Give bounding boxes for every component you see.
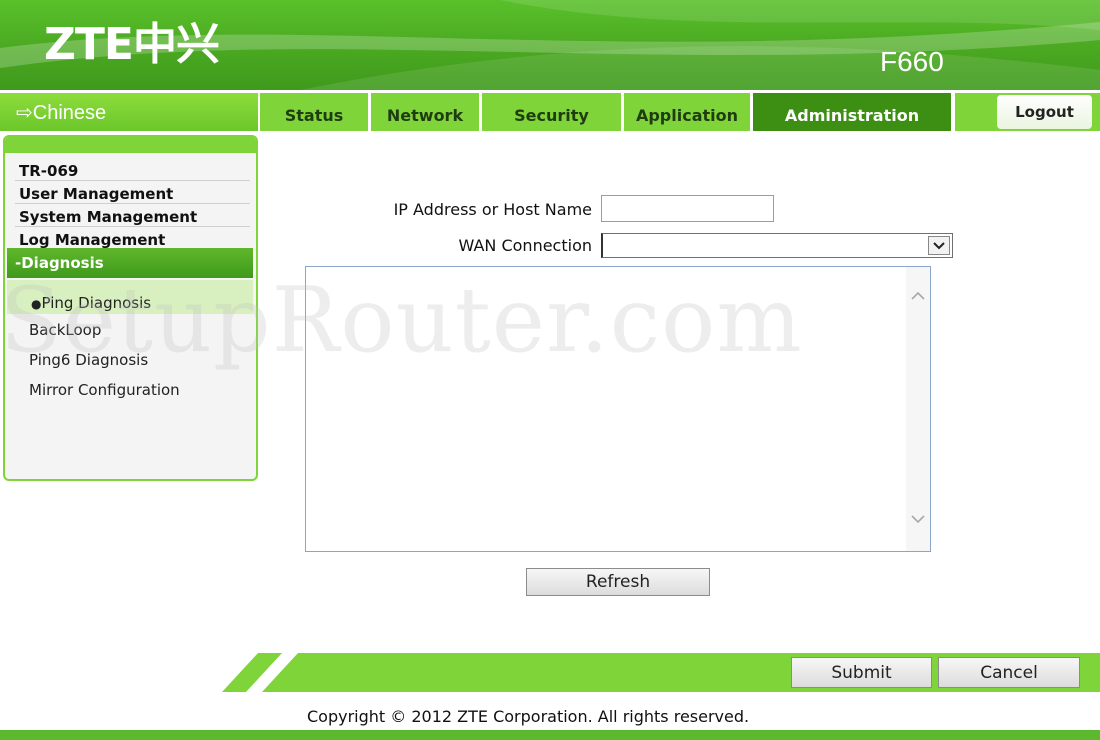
ping-result-textarea[interactable] bbox=[305, 266, 931, 552]
wan-connection-label: WAN Connection bbox=[458, 236, 592, 255]
language-switch-link[interactable]: ⇨Chinese bbox=[16, 100, 106, 125]
sidebar-header-strip bbox=[5, 137, 256, 153]
sidebar-item-label: Ping Diagnosis bbox=[41, 294, 152, 312]
sidebar-divider bbox=[15, 203, 250, 204]
tab-network[interactable]: Network bbox=[371, 93, 479, 131]
bottom-strip bbox=[0, 730, 1100, 740]
sidebar-item-ping6-diagnosis[interactable]: Ping6 Diagnosis bbox=[29, 351, 148, 369]
sidebar: TR-069 User Management System Management… bbox=[3, 135, 258, 481]
chevron-up-icon[interactable] bbox=[909, 289, 927, 305]
tab-application[interactable]: Application bbox=[624, 93, 750, 131]
bullet-icon: ● bbox=[31, 297, 42, 311]
sidebar-item-system-management[interactable]: System Management bbox=[19, 208, 197, 226]
header-banner: ZTE中兴 F660 bbox=[0, 0, 1100, 90]
ip-address-label: IP Address or Host Name bbox=[393, 200, 592, 219]
device-model: F660 bbox=[880, 46, 944, 77]
language-bar: ⇨Chinese bbox=[0, 93, 258, 131]
vertical-scrollbar[interactable] bbox=[906, 267, 930, 551]
tab-status[interactable]: Status bbox=[260, 93, 368, 131]
sidebar-section-diagnosis[interactable]: -Diagnosis bbox=[7, 248, 253, 278]
zte-logo: ZTE中兴 bbox=[44, 19, 220, 70]
logout-area: Logout bbox=[955, 93, 1100, 131]
ip-address-input[interactable] bbox=[601, 195, 774, 222]
chevron-down-icon[interactable] bbox=[928, 236, 950, 255]
tab-security[interactable]: Security bbox=[482, 93, 621, 131]
sidebar-item-user-management[interactable]: User Management bbox=[19, 185, 173, 203]
sidebar-divider bbox=[15, 180, 250, 181]
sidebar-item-tr069[interactable]: TR-069 bbox=[19, 162, 78, 180]
sidebar-item-backloop[interactable]: BackLoop bbox=[29, 321, 101, 339]
wan-connection-select[interactable] bbox=[601, 233, 953, 258]
sidebar-item-ping-diagnosis[interactable]: ●Ping Diagnosis bbox=[31, 294, 151, 312]
tab-administration[interactable]: Administration bbox=[753, 93, 951, 131]
refresh-button[interactable]: Refresh bbox=[526, 568, 710, 596]
sidebar-divider bbox=[15, 226, 250, 227]
submit-button[interactable]: Submit bbox=[791, 657, 932, 688]
sidebar-item-mirror-configuration[interactable]: Mirror Configuration bbox=[29, 381, 180, 399]
logout-button[interactable]: Logout bbox=[997, 95, 1092, 129]
sidebar-item-log-management[interactable]: Log Management bbox=[19, 231, 165, 249]
cancel-button[interactable]: Cancel bbox=[938, 657, 1080, 688]
chevron-down-icon[interactable] bbox=[909, 512, 927, 528]
copyright-text: Copyright © 2012 ZTE Corporation. All ri… bbox=[307, 707, 750, 726]
